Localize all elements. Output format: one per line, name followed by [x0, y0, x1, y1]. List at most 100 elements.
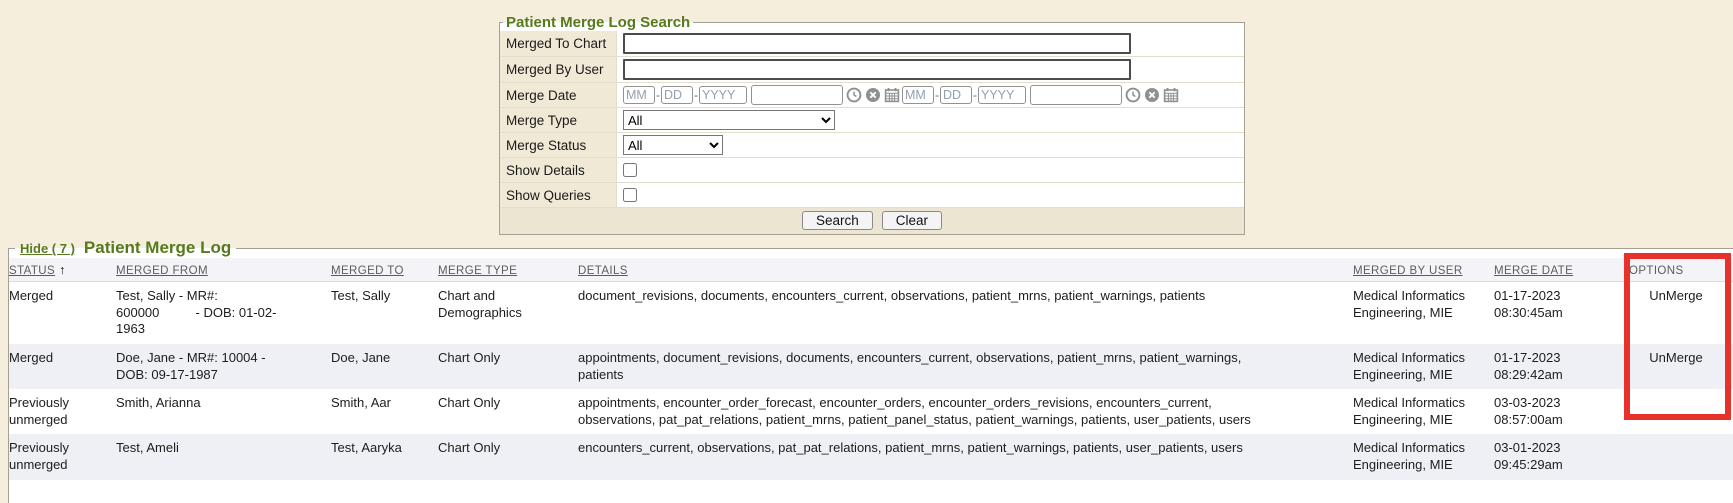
merged-to-chart-field	[617, 31, 1244, 56]
merged-to-cell: Doe, Jane	[331, 344, 438, 389]
details-cell: encounters_current, observations, pat_pa…	[578, 434, 1353, 479]
merge-date-start-month-input[interactable]	[623, 86, 655, 104]
merge-date-start-day-input[interactable]	[661, 86, 693, 104]
merged-by-user-cell: Medical Informatics Engineering, MIE	[1353, 434, 1494, 479]
merge-type-cell: Chart and Demographics	[438, 282, 578, 344]
merge-date-cell: 01-17-2023 08:30:45am	[1494, 282, 1629, 344]
merged-to-cell: Test, Aaryka	[331, 434, 438, 479]
merge-date-end-month-input[interactable]	[902, 86, 934, 104]
merge-date-start-time-input[interactable]	[751, 85, 843, 105]
merged-by-user-input[interactable]	[623, 59, 1131, 80]
merged-by-user-field	[617, 57, 1244, 82]
form-row-show-details: Show Details	[500, 158, 1244, 183]
show-details-field	[617, 158, 1244, 182]
merge-date-cell: 03-01-2023 09:45:29am	[1494, 434, 1629, 479]
table-row: Previously unmerged Test, Ameli Test, Aa…	[9, 434, 1733, 479]
merge-status-field: All	[617, 133, 1244, 157]
merge-date-end-time-input[interactable]	[1030, 85, 1122, 105]
sort-status-link[interactable]: STATUS	[9, 265, 55, 277]
form-row-merge-type: Merge Type All	[500, 108, 1244, 133]
show-queries-field	[617, 183, 1244, 207]
unmerge-link[interactable]: UnMerge	[1649, 350, 1702, 365]
sort-merged-to-link[interactable]: MERGED TO	[331, 265, 404, 277]
merged-to-cell: Smith, Aar	[331, 389, 438, 434]
merged-from-cell: Test, Ameli	[116, 434, 331, 479]
options-cell	[1629, 434, 1733, 479]
merged-by-user-cell: Medical Informatics Engineering, MIE	[1353, 389, 1494, 434]
merge-date-field: - - - -	[617, 83, 1244, 107]
sort-merged-by-user-link[interactable]: MERGED BY USER	[1353, 265, 1463, 277]
table-header-row: STATUS ↑ MERGED FROM MERGED TO MERGE TYPE…	[9, 258, 1733, 282]
sort-merge-type-link[interactable]: MERGE TYPE	[438, 265, 517, 277]
merged-from-cell: Smith, Arianna	[116, 389, 331, 434]
date-separator: -	[694, 88, 698, 102]
sort-ascending-icon: ↑	[59, 263, 65, 277]
sort-details-link[interactable]: DETAILS	[578, 265, 628, 277]
search-form-legend: Patient Merge Log Search	[503, 14, 693, 31]
merge-date-end-year-input[interactable]	[978, 86, 1026, 104]
form-row-merge-status: Merge Status All	[500, 133, 1244, 158]
hide-toggle-link[interactable]: Hide ( 7 )	[20, 241, 75, 256]
form-row-merge-date: Merge Date - - -	[500, 83, 1244, 108]
status-cell: Merged	[9, 344, 116, 389]
form-button-row: Search Clear	[500, 208, 1244, 234]
table-row: Merged Test, Sally - MR#: 600000 - DOB: …	[9, 282, 1733, 344]
merged-to-chart-label: Merged To Chart	[500, 31, 617, 56]
show-queries-label: Show Queries	[500, 183, 617, 207]
patient-merge-log-section: Hide ( 7 ) Patient Merge Log STATUS ↑ MER…	[8, 238, 1733, 503]
form-row-merged-by-user: Merged By User	[500, 57, 1244, 83]
show-details-label: Show Details	[500, 158, 617, 182]
patient-merge-log-search-form: Patient Merge Log Search Merged To Chart…	[499, 14, 1245, 235]
merged-from-cell: Test, Sally - MR#: 600000 - DOB: 01-02- …	[116, 282, 331, 344]
calendar-icon[interactable]	[884, 87, 900, 103]
merge-type-select[interactable]: All	[623, 110, 835, 130]
merge-type-cell: Chart Only	[438, 344, 578, 389]
date-separator: -	[656, 88, 660, 102]
merge-type-cell: Chart Only	[438, 434, 578, 479]
table-row: Merged Doe, Jane - MR#: 10004 - DOB: 09-…	[9, 344, 1733, 389]
form-row-merged-to-chart: Merged To Chart	[500, 31, 1244, 57]
merge-status-label: Merge Status	[500, 133, 617, 157]
search-button[interactable]: Search	[802, 211, 873, 230]
clock-icon[interactable]	[1125, 87, 1141, 103]
options-cell: UnMerge	[1629, 344, 1733, 389]
page-title: Patient Merge Log	[84, 238, 231, 258]
details-cell: document_revisions, documents, encounter…	[578, 282, 1353, 344]
options-column-header: OPTIONS	[1629, 265, 1684, 277]
sort-merge-date-link[interactable]: MERGE DATE	[1494, 265, 1573, 277]
merged-by-user-label: Merged By User	[500, 57, 617, 82]
merge-type-cell: Chart Only	[438, 389, 578, 434]
merge-date-end-day-input[interactable]	[940, 86, 972, 104]
merge-date-label: Merge Date	[500, 83, 617, 107]
log-section-legend: Hide ( 7 ) Patient Merge Log	[15, 238, 236, 258]
clear-date-icon[interactable]	[1144, 87, 1160, 103]
options-cell	[1629, 389, 1733, 434]
merged-by-user-cell: Medical Informatics Engineering, MIE	[1353, 344, 1494, 389]
clear-button[interactable]: Clear	[882, 211, 942, 230]
merged-to-chart-input[interactable]	[623, 33, 1131, 54]
status-cell: Merged	[9, 282, 116, 344]
show-queries-checkbox[interactable]	[623, 188, 637, 202]
merge-date-cell: 01-17-2023 08:29:42am	[1494, 344, 1629, 389]
sort-merged-from-link[interactable]: MERGED FROM	[116, 265, 208, 277]
merged-to-cell: Test, Sally	[331, 282, 438, 344]
merge-date-cell: 03-03-2023 08:57:00am	[1494, 389, 1629, 434]
options-cell: UnMerge	[1629, 282, 1733, 344]
clock-icon[interactable]	[846, 87, 862, 103]
clear-date-icon[interactable]	[865, 87, 881, 103]
details-cell: appointments, encounter_order_forecast, …	[578, 389, 1353, 434]
show-details-checkbox[interactable]	[623, 163, 637, 177]
merge-type-field: All	[617, 108, 1244, 132]
merge-status-select[interactable]: All	[623, 135, 723, 155]
date-separator: -	[973, 88, 977, 102]
merge-date-start-year-input[interactable]	[699, 86, 747, 104]
merged-from-cell: Doe, Jane - MR#: 10004 - DOB: 09-17-1987	[116, 344, 331, 389]
status-cell: Previously unmerged	[9, 389, 116, 434]
date-separator: -	[935, 88, 939, 102]
merge-log-table: STATUS ↑ MERGED FROM MERGED TO MERGE TYPE…	[9, 258, 1733, 480]
merged-by-user-cell: Medical Informatics Engineering, MIE	[1353, 282, 1494, 344]
unmerge-link[interactable]: UnMerge	[1649, 288, 1702, 303]
calendar-icon[interactable]	[1163, 87, 1179, 103]
table-row: Previously unmerged Smith, Arianna Smith…	[9, 389, 1733, 434]
details-cell: appointments, document_revisions, docume…	[578, 344, 1353, 389]
